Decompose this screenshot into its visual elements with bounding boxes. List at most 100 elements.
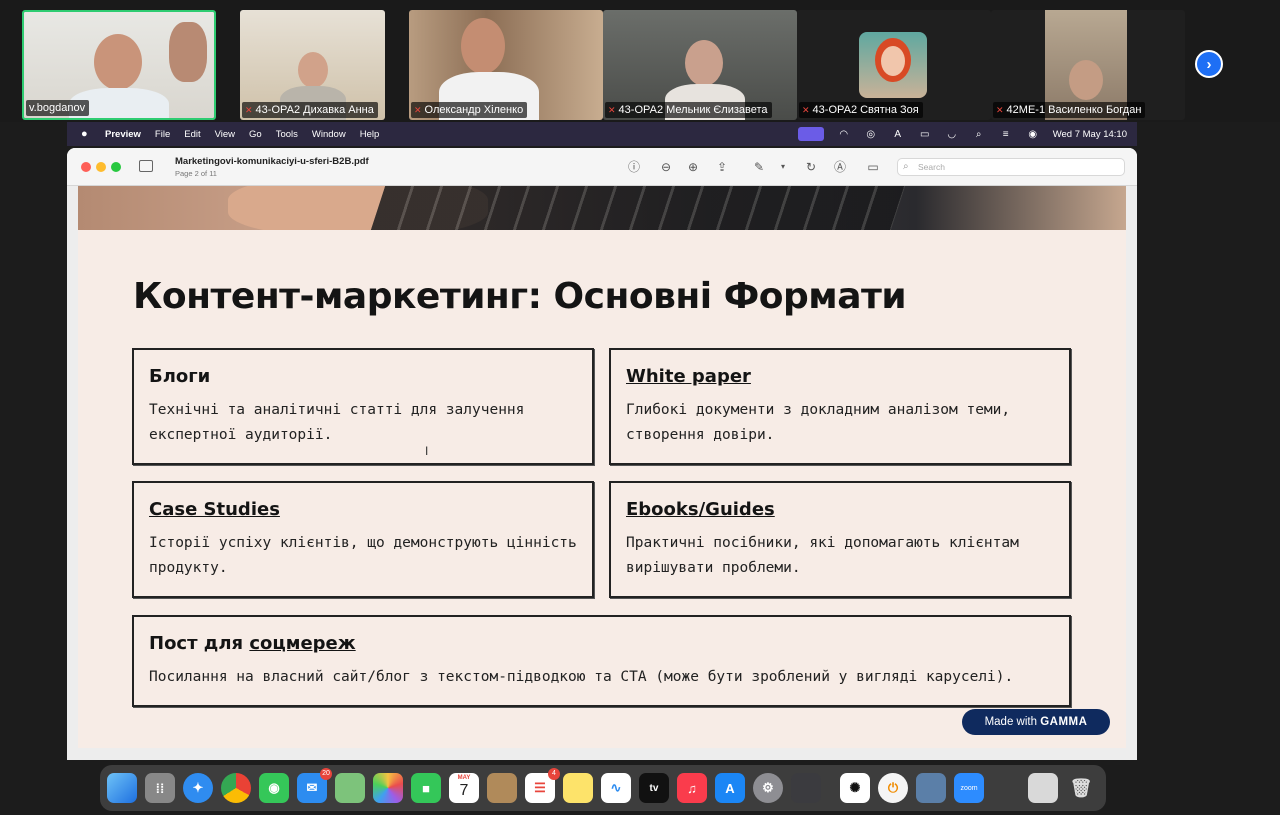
card-text: Історії успіху клієнтів, що демонструють… [149, 535, 577, 576]
rotate-icon[interactable]: ↻ [804, 160, 818, 174]
battery-icon[interactable]: ▭ [918, 129, 932, 140]
focus-icon[interactable]: ◎ [864, 129, 878, 140]
mac-dock: ⁞⁞ ✦ ◉ ✉ 20 ■ MAY 7 ☰ 4 ∿ tv ♫ A ⚙ ✺ ⏻ zoo… [100, 765, 1106, 811]
share-icon[interactable]: ⇪ [715, 160, 729, 174]
zoom-window-button[interactable] [111, 162, 121, 172]
format-card-white-paper: White paper Глибокі документи з докладни… [609, 348, 1071, 465]
participant-tile[interactable]: ✕ 42МЕ-1 Василенко Богдан [991, 10, 1185, 120]
format-card-social-post: Пост для соцмереж Посилання на власний с… [132, 615, 1071, 707]
iphone-mirroring-icon[interactable] [791, 773, 821, 803]
card-title-link[interactable]: Ebooks/Guides [626, 499, 775, 520]
format-card-ebooks: Ebooks/Guides Практичні посібники, які д… [609, 481, 1071, 598]
muted-mic-icon: ✕ [245, 105, 253, 115]
preview-app-icon[interactable] [916, 773, 946, 803]
next-participants-button[interactable]: › [1195, 50, 1223, 78]
mail-icon[interactable]: ✉ 20 [297, 768, 332, 803]
form-fill-icon[interactable]: ▭ [866, 160, 880, 174]
avatar [859, 32, 927, 98]
card-text: Практичні посібники, які допомагають клі… [626, 535, 1019, 576]
menubar-clock[interactable]: Wed 7 May 14:10 [1053, 129, 1127, 140]
apple-icon[interactable]: ● [81, 128, 93, 140]
photos-icon[interactable] [373, 773, 403, 803]
card-title: Ebooks/Guides [626, 499, 775, 520]
slide-title: Контент-маркетинг: Основні Формати [133, 276, 907, 317]
participant-name: v.bogdanov [26, 100, 90, 116]
chrome-icon[interactable] [221, 773, 251, 803]
airplay-icon[interactable]: ◠ [837, 129, 851, 140]
control-center-icon[interactable]: ≡ [999, 129, 1013, 140]
card-title: Пост для соцмереж [149, 633, 356, 654]
page-indicator: Page 2 of 11 [175, 169, 217, 178]
finder-icon[interactable] [107, 773, 137, 803]
close-window-button[interactable] [81, 162, 91, 172]
text-cursor-icon: I [425, 444, 429, 458]
card-text: Посилання на власний сайт/блог з текстом… [149, 669, 1014, 685]
menu-file[interactable]: File [155, 129, 170, 140]
maps-icon[interactable] [335, 773, 365, 803]
notes-icon[interactable] [563, 773, 593, 803]
downloads-folder-icon[interactable] [1028, 773, 1058, 803]
menu-app-name[interactable]: Preview [105, 129, 141, 140]
zoom-out-icon[interactable]: ⊖ [659, 160, 673, 174]
card-text: Технічні та аналітичні статті для залуче… [149, 402, 525, 443]
participant-tile[interactable]: ✕ Олександр Хіленко [409, 10, 603, 120]
calendar-icon[interactable]: MAY 7 [449, 773, 479, 803]
apple-tv-icon[interactable]: tv [639, 773, 669, 803]
made-with-gamma-badge[interactable]: Made with GAMMA [962, 709, 1110, 735]
document-title: Marketingovi-komunikaciyi-u-sferi-B2B.pd… [175, 156, 369, 167]
participant-name: ✕ 43-ОРА2 Дихавка Анна [242, 102, 378, 118]
menu-tools[interactable]: Tools [276, 129, 298, 140]
wifi-icon[interactable]: ◡ [945, 129, 959, 140]
reminders-badge: 4 [548, 768, 560, 780]
card-title: Case Studies [149, 499, 280, 520]
launchpad-icon[interactable]: ⁞⁞ [145, 773, 175, 803]
card-title-link[interactable]: White paper [626, 366, 751, 387]
mail-badge: 20 [320, 768, 332, 780]
participant-tile[interactable]: ✕ 43-ОРА2 Мельник Єлизавета [603, 10, 797, 120]
messages-icon[interactable]: ◉ [259, 773, 289, 803]
preview-window: Marketingovi-komunikaciyi-u-sferi-B2B.pd… [67, 148, 1137, 760]
zoom-app-icon[interactable]: zoom [954, 773, 984, 803]
system-settings-icon[interactable]: ⚙ [753, 773, 783, 803]
zoom-in-icon[interactable]: ⊕ [686, 160, 700, 174]
menu-view[interactable]: View [215, 129, 235, 140]
participant-tile[interactable]: ✕ 43-ОРА2 Святна Зоя [797, 10, 991, 120]
card-title-link[interactable]: соцмереж [249, 633, 355, 654]
screen-share-icon[interactable] [797, 127, 824, 141]
zoom-meeting-screen: v.bogdanov ✕ 43-ОРА2 Дихавка Анна ✕ Олекса… [0, 0, 1280, 815]
contacts-icon[interactable] [487, 773, 517, 803]
muted-mic-icon: ✕ [608, 105, 616, 115]
freeform-icon[interactable]: ∿ [601, 773, 631, 803]
trash-icon[interactable]: 🗑 [1066, 773, 1096, 803]
card-title: White paper [626, 366, 751, 387]
chevron-down-icon[interactable]: ▾ [776, 160, 790, 174]
menu-edit[interactable]: Edit [184, 129, 200, 140]
music-icon[interactable]: ♫ [677, 773, 707, 803]
siri-icon[interactable]: ◉ [1026, 129, 1040, 140]
facetime-icon[interactable]: ■ [411, 773, 441, 803]
minimize-window-button[interactable] [96, 162, 106, 172]
chatgpt-icon[interactable]: ✺ [840, 773, 870, 803]
menu-go[interactable]: Go [249, 129, 262, 140]
safari-icon[interactable]: ✦ [183, 773, 213, 803]
menu-window[interactable]: Window [312, 129, 346, 140]
pdf-page: Контент-маркетинг: Основні Формати Блоги… [78, 186, 1126, 748]
info-icon[interactable]: ⓘ [627, 160, 641, 174]
format-card-case-studies: Case Studies Історії успіху клієнтів, що… [132, 481, 594, 598]
participant-name: ✕ Олександр Хіленко [411, 102, 528, 118]
search-input[interactable]: ⌕ Search [897, 158, 1125, 176]
annotate-icon[interactable]: Ⓐ [833, 160, 847, 174]
participant-name: ✕ 43-ОРА2 Святна Зоя [799, 102, 923, 118]
spotlight-icon[interactable]: ⌕ [972, 129, 986, 140]
vpn-icon[interactable]: ⏻ [878, 773, 908, 803]
participant-tile[interactable]: v.bogdanov [22, 10, 216, 120]
card-title-link[interactable]: Case Studies [149, 499, 280, 520]
participant-tile[interactable]: ✕ 43-ОРА2 Дихавка Анна [240, 10, 385, 120]
keyboard-input-icon[interactable]: A [891, 129, 905, 140]
menu-help[interactable]: Help [360, 129, 380, 140]
app-store-icon[interactable]: A [715, 773, 745, 803]
sidebar-toggle-icon[interactable] [139, 160, 153, 172]
card-title: Блоги [149, 366, 211, 387]
markup-pen-icon[interactable]: ✎ [752, 160, 766, 174]
reminders-icon[interactable]: ☰ 4 [525, 768, 560, 803]
